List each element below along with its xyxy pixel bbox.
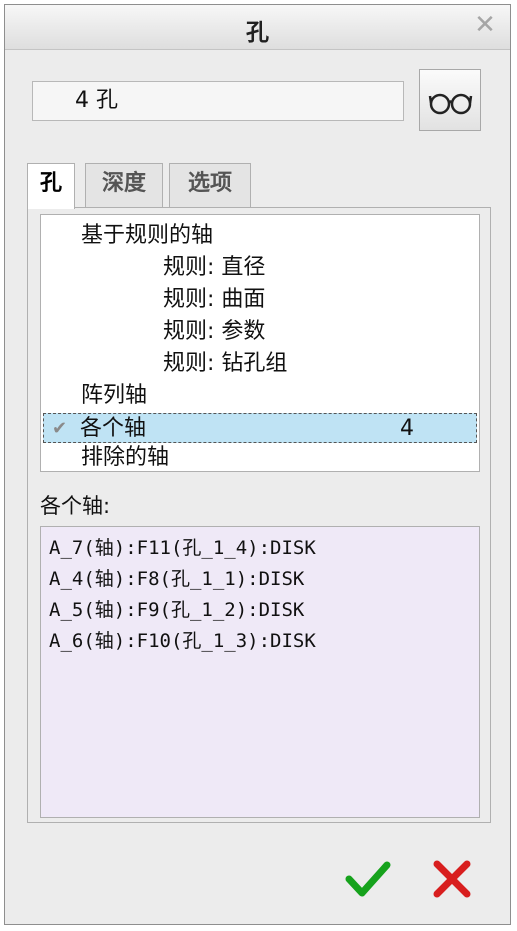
checkmark-icon: ✔ <box>52 418 68 439</box>
tree-item-rule-hole-group[interactable]: 规则: 钻孔组 <box>41 349 479 379</box>
tree-item-excluded-axes[interactable]: 排除的轴 <box>41 443 479 471</box>
close-icon[interactable]: ✕ <box>472 11 498 39</box>
tree-item-rule-surface[interactable]: 规则: 曲面 <box>41 285 479 315</box>
list-item[interactable]: A_5(轴):F9(孔_1_2):DISK <box>49 595 304 625</box>
title-bar: 孔 ✕ <box>5 5 510 50</box>
list-item[interactable]: A_4(轴):F8(孔_1_1):DISK <box>49 564 304 594</box>
tree-item-rule-parameter[interactable]: 规则: 参数 <box>41 317 479 347</box>
ok-button[interactable] <box>345 857 391 901</box>
tree-item-pattern-axes[interactable]: 阵列轴 <box>41 381 479 411</box>
list-item[interactable]: A_6(轴):F10(孔_1_3):DISK <box>49 626 316 656</box>
axis-count: 4 <box>400 416 414 441</box>
hole-dialog: 孔 ✕ 4 孔 孔 深度 选项 基于规则的轴 规则: 直径 规则: 曲面 规则:… <box>4 4 511 925</box>
hole-name-field[interactable]: 4 孔 <box>32 81 404 121</box>
individual-axes-label: 各个轴: <box>40 494 111 518</box>
glasses-icon <box>428 93 473 115</box>
tree-item-individual-axes[interactable]: ✔ 各个轴 4 <box>43 413 477 443</box>
cancel-button[interactable] <box>429 857 475 901</box>
tree-item-rule-diameter[interactable]: 规则: 直径 <box>41 253 479 283</box>
axes-tree[interactable]: 基于规则的轴 规则: 直径 规则: 曲面 规则: 参数 规则: 钻孔组 阵列轴 … <box>40 214 480 472</box>
tab-depth[interactable]: 深度 <box>85 163 163 207</box>
tree-item-label: 各个轴 <box>80 416 147 441</box>
preview-button[interactable] <box>419 69 481 131</box>
individual-axes-list[interactable]: A_7(轴):F11(孔_1_4):DISK A_4(轴):F8(孔_1_1):… <box>40 526 480 818</box>
checkmark-icon <box>345 861 391 897</box>
tab-panel-hole: 基于规则的轴 规则: 直径 规则: 曲面 规则: 参数 规则: 钻孔组 阵列轴 … <box>27 207 491 823</box>
dialog-title: 孔 <box>246 20 269 46</box>
x-icon <box>433 860 471 898</box>
list-item[interactable]: A_7(轴):F11(孔_1_4):DISK <box>49 533 316 563</box>
tab-hole[interactable]: 孔 <box>27 163 75 209</box>
tab-options[interactable]: 选项 <box>169 163 251 207</box>
tree-item-rule-based-axes[interactable]: 基于规则的轴 <box>41 221 479 251</box>
